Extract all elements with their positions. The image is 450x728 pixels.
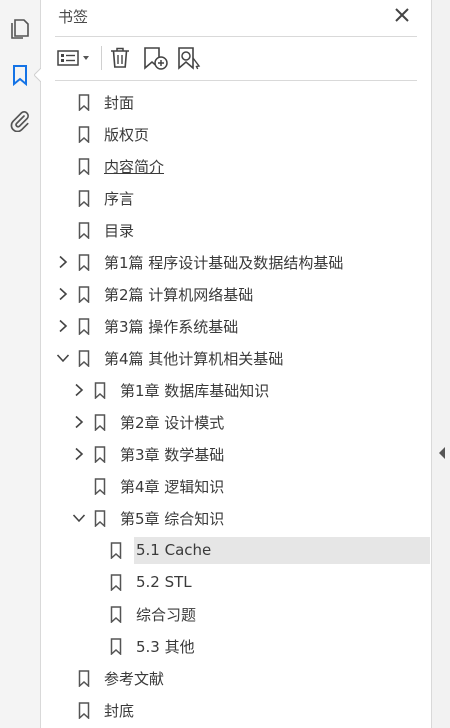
bookmark-icon	[78, 285, 90, 303]
bookmark-icon	[78, 701, 90, 719]
bookmark-icon	[78, 125, 90, 143]
bookmark-label: 序言	[104, 189, 135, 208]
bookmark-icon	[94, 477, 106, 495]
bookmark-label: 第2章 设计模式	[120, 413, 225, 432]
bookmark-label: 第4篇 其他计算机相关基础	[104, 349, 284, 368]
find-bookmark-button[interactable]	[175, 44, 203, 72]
bookmark-label: 综合习题	[136, 605, 197, 624]
bookmark-icon	[78, 669, 90, 687]
chevron-right-icon[interactable]	[56, 255, 70, 269]
left-nav-rail	[0, 0, 41, 728]
bookmark-label: 目录	[104, 221, 135, 240]
bookmark-icon	[78, 349, 90, 367]
bookmark-row[interactable]: 5.2 STL	[88, 568, 192, 596]
bookmark-label: 第3篇 操作系统基础	[104, 317, 239, 336]
bookmarks-toolbar	[41, 38, 431, 80]
bookmark-icon	[94, 445, 106, 463]
bookmark-icon	[110, 637, 122, 655]
panel-collapse-strip[interactable]	[431, 0, 450, 728]
bookmark-icon	[78, 93, 90, 111]
toolbar-divider	[101, 46, 102, 70]
bookmark-label: 5.3 其他	[136, 637, 195, 656]
chevron-down-icon[interactable]	[72, 511, 86, 525]
bookmark-icon	[78, 253, 90, 271]
bookmark-row[interactable]: 版权页	[56, 120, 149, 148]
bookmark-label: 5.1 Cache	[134, 536, 430, 564]
bookmark-label: 5.2 STL	[136, 573, 192, 591]
close-panel-button[interactable]	[391, 4, 413, 26]
bookmark-row[interactable]: 内容简介	[56, 152, 164, 180]
bookmark-row[interactable]: 目录	[56, 216, 134, 244]
bookmark-label: 封面	[104, 93, 135, 112]
collapse-arrow-icon	[439, 447, 445, 459]
new-bookmark-icon	[144, 47, 168, 70]
bookmark-search-icon	[178, 47, 201, 70]
bookmark-icon	[78, 157, 90, 175]
bookmarks-panel: 书签 封面 版权页 内容简介 序言 目录 第1篇 程序设计基础及数据结构基础 第…	[41, 0, 431, 728]
bookmark-label: 第5章 综合知识	[120, 509, 225, 528]
bookmark-row[interactable]: 综合习题	[88, 600, 196, 628]
bookmark-row[interactable]: 第3章 数学基础	[72, 440, 224, 468]
bookmark-label: 第3章 数学基础	[120, 445, 225, 464]
bookmark-icon	[110, 605, 122, 623]
bookmark-row[interactable]: 第1章 数据库基础知识	[72, 376, 269, 404]
bookmark-icon	[110, 541, 122, 559]
trash-icon	[111, 47, 129, 68]
bookmark-label: 第1篇 程序设计基础及数据结构基础	[104, 253, 344, 272]
bookmark-row[interactable]: 第4章 逻辑知识	[72, 472, 224, 500]
chevron-right-icon[interactable]	[56, 319, 70, 333]
chevron-right-icon[interactable]	[72, 415, 86, 429]
delete-bookmark-button[interactable]	[107, 44, 133, 72]
options-list-icon	[57, 50, 89, 66]
chevron-right-icon[interactable]	[72, 383, 86, 397]
bookmark-row[interactable]: 第3篇 操作系统基础	[56, 312, 238, 340]
bookmark-label: 第2篇 计算机网络基础	[104, 285, 254, 304]
bookmark-icon	[78, 189, 90, 207]
bookmark-row[interactable]: 5.1 Cache	[88, 536, 430, 564]
chevron-right-icon[interactable]	[72, 447, 86, 461]
options-menu-button[interactable]	[55, 44, 95, 72]
bookmark-row[interactable]: 第2篇 计算机网络基础	[56, 280, 253, 308]
bookmark-row[interactable]: 第5章 综合知识	[72, 504, 224, 532]
panel-title: 书签	[58, 8, 89, 26]
bookmark-icon	[78, 317, 90, 335]
bookmarks-icon[interactable]	[7, 62, 33, 88]
close-icon	[395, 8, 409, 22]
bookmark-label: 内容简介	[104, 157, 165, 176]
new-bookmark-button[interactable]	[141, 44, 169, 72]
bookmark-icon	[94, 509, 106, 527]
chevron-down-icon[interactable]	[56, 351, 70, 365]
bookmark-row[interactable]: 封底	[56, 696, 134, 724]
page-thumbnails-icon[interactable]	[7, 16, 33, 42]
bookmark-row[interactable]: 5.3 其他	[88, 632, 195, 660]
bookmark-row[interactable]: 序言	[56, 184, 134, 212]
bookmark-row[interactable]: 第4篇 其他计算机相关基础	[56, 344, 283, 372]
bookmark-label: 第4章 逻辑知识	[120, 477, 225, 496]
bookmark-row[interactable]: 参考文献	[56, 664, 164, 692]
bookmark-row[interactable]: 第1篇 程序设计基础及数据结构基础	[56, 248, 343, 276]
bookmark-icon	[94, 413, 106, 431]
attachments-icon[interactable]	[7, 108, 33, 134]
panel-header: 书签	[41, 0, 431, 36]
bookmark-icon	[94, 381, 106, 399]
bookmark-label: 封底	[104, 701, 135, 720]
bookmark-label: 参考文献	[104, 669, 165, 688]
toolbar-bottom-divider	[55, 80, 417, 81]
bookmark-label: 第1章 数据库基础知识	[120, 381, 270, 400]
chevron-right-icon[interactable]	[56, 287, 70, 301]
bookmark-row[interactable]: 封面	[56, 88, 134, 116]
bookmark-icon	[110, 573, 122, 591]
bookmark-row[interactable]: 第2章 设计模式	[72, 408, 224, 436]
bookmark-label: 版权页	[104, 125, 150, 144]
bookmark-icon	[78, 221, 90, 239]
header-divider	[55, 36, 417, 37]
